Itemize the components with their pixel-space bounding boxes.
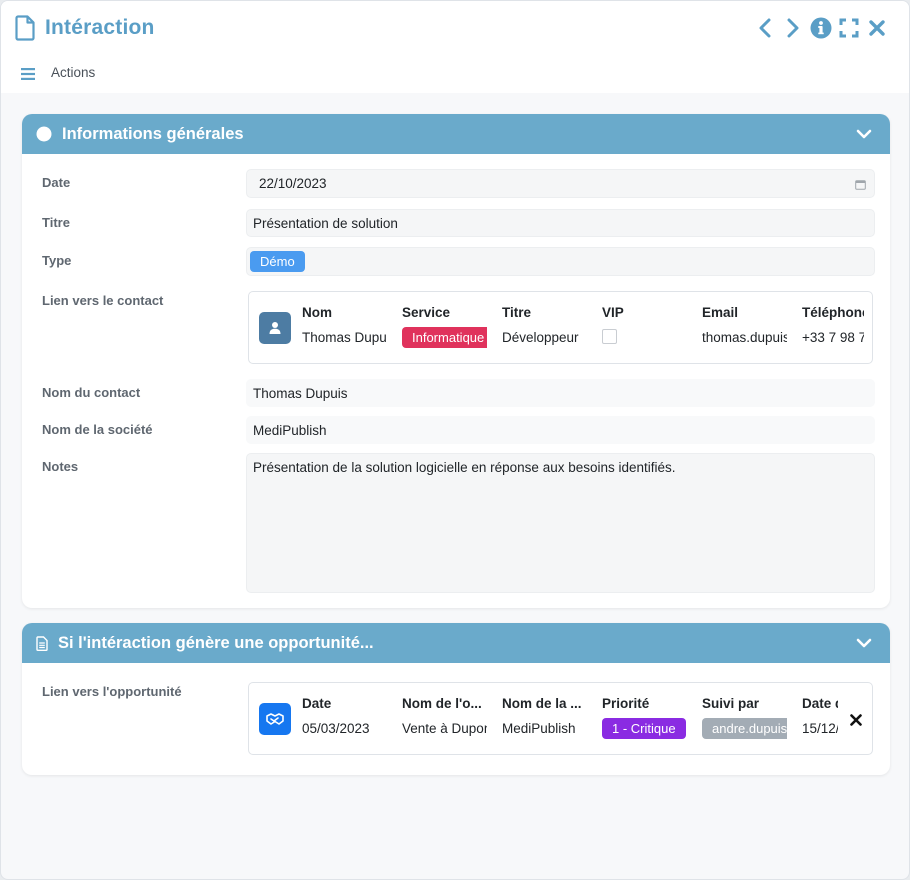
title-row: Intéraction <box>15 13 155 43</box>
opp-col-societe: Nom de la ... MediPublish <box>502 696 587 736</box>
notes-label: Notes <box>42 459 79 474</box>
priority-badge: 1 - Critique <box>602 718 686 739</box>
suivi-badge: andre.dupuis <box>702 718 787 739</box>
fullscreen-icon[interactable] <box>835 15 863 41</box>
chevron-down-icon[interactable] <box>856 636 872 654</box>
circle-icon <box>36 126 52 142</box>
general-info-header[interactable]: Informations générales <box>22 114 890 154</box>
titre-label: Titre <box>42 215 70 230</box>
opp-col-date2: Date d 15/12/ <box>802 696 838 736</box>
opp-societe-value: MediPublish <box>502 721 576 736</box>
titre-value[interactable]: Présentation de solution <box>253 216 398 231</box>
interaction-window: Intéraction Actions Informations général… <box>0 0 910 880</box>
company-label: Nom de la société <box>42 422 153 437</box>
type-field[interactable]: Démo <box>246 247 875 276</box>
contact-name-field: Thomas Dupuis <box>246 379 875 407</box>
company-value: MediPublish <box>253 422 327 438</box>
contact-col-nom: Nom Thomas Dupuis <box>302 305 387 345</box>
close-icon[interactable] <box>863 15 891 41</box>
remove-icon[interactable] <box>850 713 862 731</box>
document-icon <box>15 15 35 41</box>
type-badge[interactable]: Démo <box>250 251 305 272</box>
col-header: VIP <box>602 305 624 320</box>
titre-field[interactable]: Présentation de solution <box>246 209 875 237</box>
contact-nom-value: Thomas Dupuis <box>302 330 387 345</box>
actions-menu[interactable]: Actions <box>21 65 95 80</box>
contact-col-titre: Titre Développeur <box>502 305 587 345</box>
opp-date-value: 05/03/2023 <box>302 721 370 736</box>
col-header: Titre <box>502 305 532 320</box>
general-info-card: Informations générales Date 22/10/2023 T… <box>22 114 890 608</box>
contact-name-value: Thomas Dupuis <box>253 385 348 401</box>
type-label: Type <box>42 253 72 268</box>
chevron-right-icon[interactable] <box>779 15 807 41</box>
file-text-icon <box>36 635 48 651</box>
contact-titre-value: Développeur <box>502 330 579 345</box>
opportunity-card: Si l'intéraction génère une opportunité.… <box>22 623 890 775</box>
contact-telephone-value: +33 7 98 76 <box>802 330 864 345</box>
handshake-icon <box>259 703 291 735</box>
chevron-left-icon[interactable] <box>751 15 779 41</box>
company-field: MediPublish <box>246 416 875 444</box>
top-bar: Intéraction Actions <box>1 1 909 93</box>
hamburger-icon[interactable] <box>21 67 35 80</box>
info-icon[interactable] <box>807 15 835 41</box>
contact-col-email: Email thomas.dupuis <box>702 305 787 345</box>
opp-col-suivi: Suivi par andre.dupuis <box>702 696 787 739</box>
contact-reference[interactable]: Nom Thomas Dupuis Service Informatique T… <box>248 291 873 364</box>
contact-name-label: Nom du contact <box>42 385 141 400</box>
calendar-icon[interactable] <box>855 178 866 193</box>
general-info-title: Informations générales <box>62 124 244 143</box>
opp-link-label: Lien vers l'opportunité <box>42 684 182 699</box>
contact-col-vip: VIP <box>602 305 687 344</box>
opp-col-date: Date 05/03/2023 <box>302 696 387 736</box>
notes-value[interactable]: Présentation de la solution logicielle e… <box>253 460 676 475</box>
contact-link-label: Lien vers le contact <box>42 293 164 308</box>
col-header: Date <box>302 696 332 711</box>
opp-col-priorite: Priorité 1 - Critique <box>602 696 690 739</box>
col-header: Date d <box>802 696 838 711</box>
col-header: Nom de la ... <box>502 696 582 711</box>
chevron-down-icon[interactable] <box>856 127 872 145</box>
opp-nom-value: Vente à Dupont <box>402 721 487 736</box>
notes-textarea[interactable]: Présentation de la solution logicielle e… <box>246 453 875 593</box>
col-header: Email <box>702 305 739 320</box>
service-badge: Informatique <box>402 327 487 348</box>
opp-col-nom: Nom de l'o... Vente à Dupont <box>402 696 487 736</box>
user-icon <box>259 312 291 344</box>
opportunity-reference[interactable]: Date 05/03/2023 Nom de l'o... Vente à Du… <box>248 682 873 755</box>
col-header: Suivi par <box>702 696 760 711</box>
col-header: Service <box>402 305 451 320</box>
contact-col-service: Service Informatique <box>402 305 487 348</box>
window-title: Intéraction <box>45 16 155 39</box>
opportunity-title: Si l'intéraction génère une opportunité.… <box>58 633 374 652</box>
date-field[interactable]: 22/10/2023 <box>246 169 875 198</box>
opp-date2-value: 15/12/ <box>802 721 838 736</box>
window-controls <box>751 15 891 41</box>
col-header: Priorité <box>602 696 650 711</box>
opportunity-header[interactable]: Si l'intéraction génère une opportunité.… <box>22 623 890 663</box>
date-label: Date <box>42 175 71 190</box>
actions-label[interactable]: Actions <box>51 65 95 80</box>
date-value[interactable]: 22/10/2023 <box>259 176 327 191</box>
vip-checkbox[interactable] <box>602 329 617 344</box>
contact-col-telephone: Téléphone +33 7 98 76 <box>802 305 864 345</box>
contact-email-value: thomas.dupuis <box>702 330 787 345</box>
col-header: Nom de l'o... <box>402 696 482 711</box>
col-header: Nom <box>302 305 332 320</box>
col-header: Téléphone <box>802 305 864 320</box>
